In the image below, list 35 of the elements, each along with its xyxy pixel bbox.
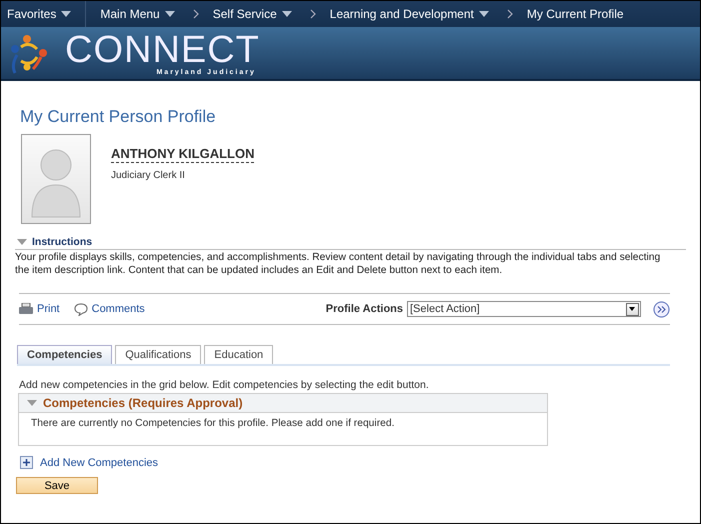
breadcrumb-item[interactable]: Main Menu bbox=[100, 7, 175, 21]
action-dropdown[interactable]: [Select Action] bbox=[407, 301, 641, 317]
print-link[interactable]: Print bbox=[37, 303, 60, 315]
job-title: Judiciary Clerk II bbox=[111, 170, 186, 181]
tab[interactable]: Education bbox=[204, 345, 274, 364]
tab[interactable]: Competencies bbox=[17, 345, 112, 364]
empty-message: There are currently no Competencies for this profile. Please add one if required. bbox=[31, 418, 394, 429]
caret-icon bbox=[478, 11, 489, 17]
save-button[interactable]: Save bbox=[16, 477, 98, 494]
chevron-icon bbox=[506, 9, 513, 19]
section-title[interactable]: Instructions bbox=[32, 236, 92, 248]
printer-icon[interactable] bbox=[19, 303, 33, 315]
speech-bubble-icon[interactable] bbox=[74, 302, 88, 316]
add-icon[interactable] bbox=[20, 456, 33, 469]
caret-icon bbox=[164, 11, 175, 17]
person-name: ANTHONY KILGALLON bbox=[111, 146, 254, 163]
comments-link[interactable]: Comments bbox=[92, 303, 145, 315]
page-title: My Current Person Profile bbox=[20, 107, 217, 127]
go-icon[interactable] bbox=[653, 300, 670, 318]
breadcrumb-item[interactable]: My Current Profile bbox=[526, 7, 624, 21]
field-label: Profile Actions bbox=[326, 303, 403, 315]
chevron-icon bbox=[192, 9, 199, 19]
collapse-icon[interactable] bbox=[27, 400, 37, 406]
tab[interactable]: Qualifications bbox=[115, 345, 202, 364]
instructions-text: Your profile displays skills, competencies, and accomplishments. Review content detail by navigating through the individual tabs and selecting the item description link. Content that can be updated includes an Edit and Delete button next to each item. bbox=[15, 251, 662, 277]
tab-intro-text: Add new competencies in the grid below. Edit competencies by selecting the edit button. bbox=[19, 379, 430, 391]
breadcrumb-item[interactable]: Self Service bbox=[212, 7, 292, 21]
caret-icon bbox=[282, 11, 292, 17]
chevron-icon bbox=[310, 9, 316, 19]
breadcrumb-item[interactable]: Learning and Development bbox=[330, 7, 489, 21]
grid-title: Competencies (Requires Approval) bbox=[43, 396, 243, 410]
collapse-icon[interactable] bbox=[17, 239, 27, 245]
caret-icon bbox=[61, 11, 72, 17]
add-link[interactable]: Add New Competencies bbox=[40, 456, 158, 468]
logo-text: CONNECT bbox=[65, 30, 260, 68]
